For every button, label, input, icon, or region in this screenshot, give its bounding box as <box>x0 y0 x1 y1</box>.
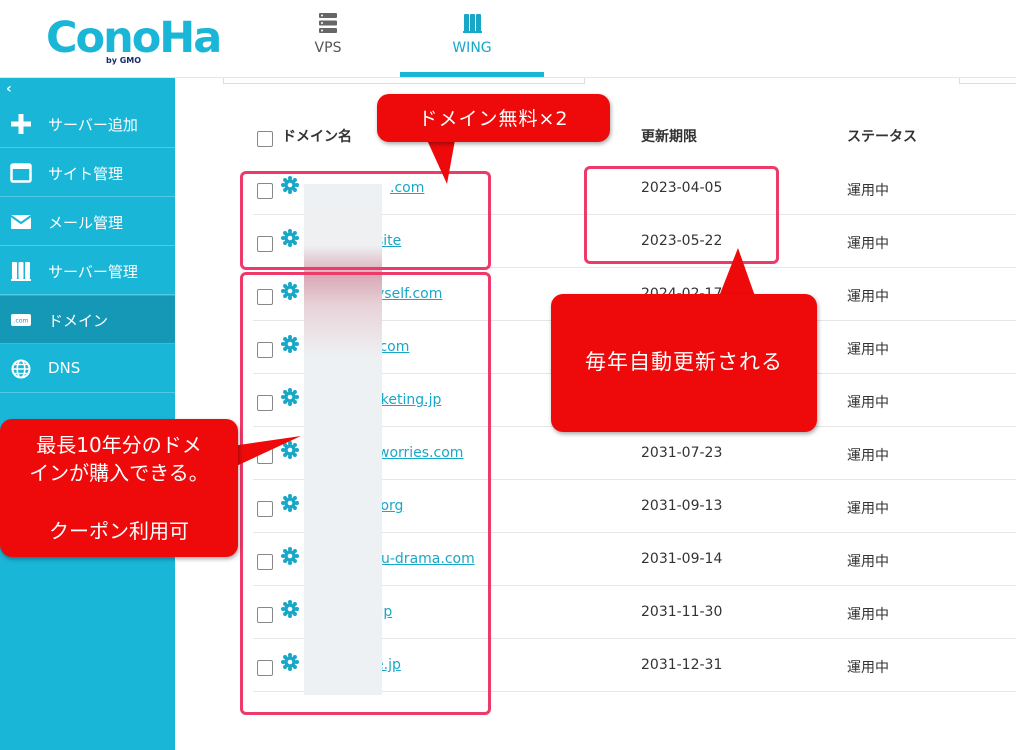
envelope-icon <box>10 215 32 229</box>
sidebar-item-label: DNS <box>48 359 81 377</box>
nav-tab-vps[interactable]: VPS <box>256 0 400 78</box>
sidebar-item-label: サーバー管理 <box>48 263 138 281</box>
select-all-checkbox[interactable] <box>257 131 273 147</box>
callout-tail-free <box>427 140 455 184</box>
status-text: 運用中 <box>847 607 889 623</box>
sidebar-item-label: ドメイン <box>48 312 109 330</box>
wing-server-icon <box>463 14 482 33</box>
sidebar-item-label: サイト管理 <box>48 165 124 183</box>
screenshot-root: ConoHa by GMO VPS WING ‹ サーバー追加 サイト管理 メー… <box>0 0 1016 750</box>
status-text: 運用中 <box>847 395 889 411</box>
expiry-date: 2031-09-13 <box>641 498 723 514</box>
sidebar-item-domain[interactable]: .com ドメイン <box>0 296 175 344</box>
status-text: 運用中 <box>847 501 889 517</box>
globe-icon <box>11 359 31 379</box>
server-rack-icon <box>319 13 337 33</box>
callout-auto-renew-text: 毎年自動更新される <box>585 350 783 374</box>
nav-tab-wing-label: WING <box>452 40 492 56</box>
status-text: 運用中 <box>847 448 889 464</box>
server-icon <box>11 262 31 281</box>
callout-free-domains-text: ドメイン無料×2 <box>418 108 569 130</box>
column-header-expiry[interactable]: 更新期限 <box>641 126 697 146</box>
status-text: 運用中 <box>847 554 889 570</box>
sidebar-item-label: メール管理 <box>48 214 124 232</box>
callout-max-years: 最長10年分のドメ インが購入できる。 クーポン利用可 <box>0 419 238 557</box>
expiry-date: 2031-09-14 <box>641 551 723 567</box>
sidebar-item-label: サーバー追加 <box>48 116 138 134</box>
sidebar-collapse-button[interactable]: ‹ <box>0 78 175 100</box>
highlight-long-term-domains <box>240 272 491 715</box>
svg-text:.com: .com <box>14 318 29 325</box>
callout-tail-years <box>232 436 301 468</box>
dotcom-icon: .com <box>11 314 31 326</box>
callout-tail-renew <box>718 248 756 299</box>
panel-frame-right <box>959 78 1016 84</box>
sidebar-item-site-management[interactable]: サイト管理 <box>0 149 175 197</box>
expiry-date: 2031-12-31 <box>641 657 723 673</box>
conoha-logo[interactable]: ConoHa by GMO <box>46 10 222 70</box>
status-text: 運用中 <box>847 342 889 358</box>
sidebar-item-mail-management[interactable]: メール管理 <box>0 198 175 246</box>
sidebar: ‹ サーバー追加 サイト管理 メール管理 サーバー管理 .com ドメイン DN… <box>0 78 175 750</box>
column-header-status[interactable]: ステータス <box>847 126 917 146</box>
panel-frame <box>223 78 585 84</box>
callout-auto-renew: 毎年自動更新される <box>551 294 817 432</box>
column-header-domain[interactable]: ドメイン名 <box>282 126 352 146</box>
status-text: 運用中 <box>847 183 889 199</box>
callout-coupon-text: クーポン利用可 <box>49 519 189 543</box>
status-text: 運用中 <box>847 289 889 305</box>
active-tab-underline <box>400 72 544 77</box>
expiry-date: 2031-11-30 <box>641 604 723 620</box>
highlight-free-domains <box>240 171 491 270</box>
sidebar-item-add-server[interactable]: サーバー追加 <box>0 100 175 148</box>
nav-tab-vps-label: VPS <box>314 40 342 56</box>
top-header: ConoHa by GMO VPS WING <box>0 0 1016 78</box>
nav-tab-wing[interactable]: WING <box>400 0 544 78</box>
expiry-date: 2031-07-23 <box>641 445 723 461</box>
callout-max-years-line2: インが購入できる。 <box>29 461 209 485</box>
sidebar-item-server-management[interactable]: サーバー管理 <box>0 247 175 295</box>
sidebar-item-dns[interactable]: DNS <box>0 345 175 393</box>
callout-max-years-line1: 最長10年分のドメ <box>36 433 202 457</box>
window-icon <box>10 163 32 183</box>
status-text: 運用中 <box>847 236 889 252</box>
plus-icon <box>11 114 31 134</box>
status-text: 運用中 <box>847 660 889 676</box>
logo-subtext: by GMO <box>106 56 142 65</box>
callout-free-domains: ドメイン無料×2 <box>377 94 610 142</box>
